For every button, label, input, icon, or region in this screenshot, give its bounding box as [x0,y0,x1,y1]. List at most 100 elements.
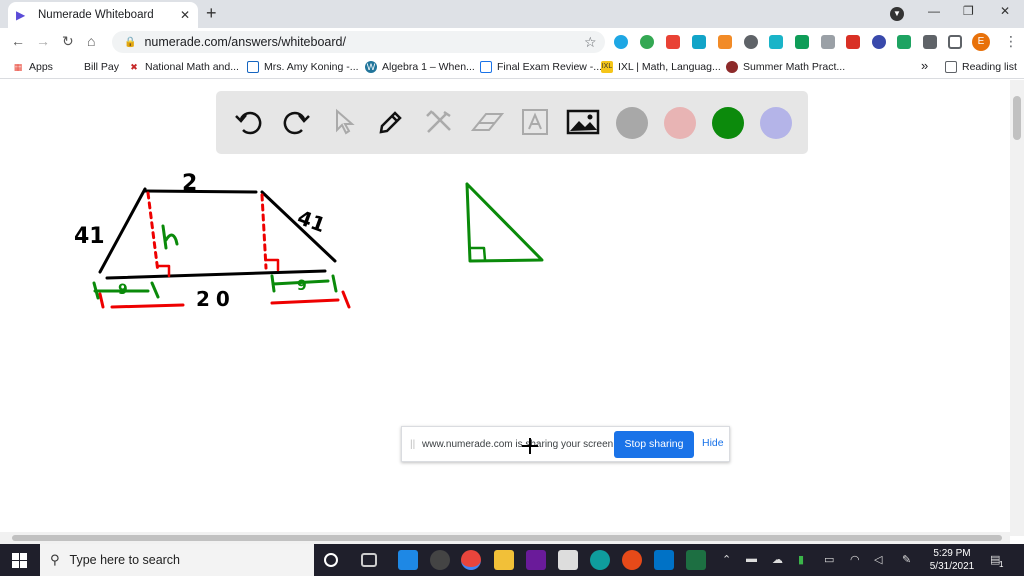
extension-7-icon[interactable] [769,35,783,49]
forward-icon[interactable]: → [36,33,50,49]
text-button[interactable] [518,105,552,139]
app-orange-icon[interactable] [622,550,642,570]
store-icon[interactable] [558,550,578,570]
profile-avatar[interactable]: E [972,33,990,51]
color-swatch-green[interactable] [712,107,744,139]
task-view-icon[interactable] [361,553,377,567]
extension-9-icon[interactable] [821,35,835,49]
excel-icon[interactable] [686,550,706,570]
camera-app-icon[interactable] [430,550,450,570]
profile-dropdown-icon[interactable]: ▼ [890,7,904,21]
color-swatch-gray[interactable] [616,107,648,139]
tab-close-icon[interactable]: ✕ [180,8,190,22]
image-button[interactable] [566,105,600,139]
color-swatch-pink[interactable] [664,107,696,139]
bookmark-amy-koning[interactable]: Mrs. Amy Koning -... [247,61,359,73]
extension-2-icon[interactable] [640,35,654,49]
pen-tray-icon[interactable]: ✎ [902,553,911,566]
restore-icon[interactable]: ❐ [963,4,974,18]
tray-overflow-icon[interactable]: ⌃ [722,553,731,566]
whiteboard-toolbar [216,91,808,154]
taskbar-search-box[interactable]: ⚲ Type here to search [40,544,314,576]
extension-12-icon[interactable] [897,35,911,49]
bookmark-final-exam[interactable]: Final Exam Review -... [480,61,602,73]
stop-sharing-button[interactable]: Stop sharing [614,431,694,458]
label-right-length: 41 [294,205,328,237]
windows-start-icon[interactable] [12,553,27,568]
horizontal-scrollbar[interactable] [0,532,1010,544]
horizontal-scroll-thumb[interactable] [12,535,1002,541]
bookmark-bill-pay[interactable]: Bill Pay [84,61,119,73]
right-angle-mark-right [264,258,280,272]
tools-button[interactable] [422,105,456,139]
bookmarks-overflow-icon[interactable]: » [921,58,928,73]
vertical-scroll-thumb[interactable] [1013,96,1021,140]
bookmark-summer-math[interactable]: Summer Math Pract... [726,61,845,73]
back-icon[interactable]: ← [11,33,25,49]
bookmark-algebra-1[interactable]: W Algebra 1 – When... [365,61,475,73]
eraser-button[interactable] [470,105,504,139]
tab-numerade-whiteboard[interactable]: ▶ Numerade Whiteboard ✕ [8,2,198,28]
color-swatch-lavender[interactable] [760,107,792,139]
address-bar[interactable]: 🔒 numerade.com/answers/whiteboard/ [112,31,605,53]
battery-icon[interactable]: ▭ [824,553,834,566]
site-icon [247,61,259,73]
puzzle-extensions-icon[interactable] [923,35,937,49]
cast-icon[interactable] [948,35,962,49]
chrome-taskbar-icon[interactable] [461,550,481,570]
home-icon[interactable]: ⌂ [87,33,95,49]
trapezoid-left-side [98,187,147,274]
edge-icon[interactable] [590,550,610,570]
bookmark-label: Summer Math Pract... [743,61,846,73]
window-close-icon[interactable]: ✕ [1000,4,1010,18]
taskbar-clock[interactable]: 5:29 PM 5/31/2021 [928,547,976,573]
label-left-length: 41 [74,224,105,249]
right-angle-mark-left [156,264,171,278]
cortana-icon[interactable] [324,553,338,567]
volume-icon[interactable]: ◁ [874,553,882,566]
circle-logo-icon [726,61,738,73]
base-underline-left [110,303,185,309]
browser-menu-icon[interactable]: ⋮ [1004,33,1018,50]
undo-button[interactable] [232,105,266,139]
extension-8-icon[interactable] [795,35,809,49]
extension-6-icon[interactable] [744,35,758,49]
paint-app-icon[interactable] [526,550,546,570]
reload-icon[interactable]: ↻ [62,33,74,50]
tray-app-1-icon[interactable]: ▬ [746,553,757,565]
extension-3-icon[interactable] [666,35,680,49]
tab-strip: ▶ Numerade Whiteboard ✕ + ▼ — ❐ ✕ [0,0,1024,28]
extension-1-icon[interactable] [614,35,628,49]
pdf-extension-icon[interactable] [846,35,860,49]
bookmark-apps[interactable]: ▦ Apps [12,61,53,73]
screen-share-bar: || www.numerade.com is sharing your scre… [401,426,730,462]
undo-icon [235,111,262,135]
pen-button[interactable] [374,105,408,139]
bookmark-national-math[interactable]: ✖ National Math and... [128,61,239,73]
drag-handle-icon[interactable]: || [410,439,416,450]
minimize-icon[interactable]: — [928,4,940,18]
pointer-icon [336,108,355,135]
search-icon: ⚲ [50,552,60,567]
vertical-scrollbar[interactable] [1010,80,1024,536]
eraser-icon [470,113,504,131]
tray-app-green-icon[interactable]: ▮ [798,553,804,566]
image-icon [566,109,600,135]
extension-5-icon[interactable] [718,35,732,49]
onedrive-icon[interactable]: ☁ [772,553,783,566]
bookmark-ixl[interactable]: IXL IXL | Math, Languag... [601,61,721,73]
k-extension-icon[interactable] [872,35,886,49]
reading-list-button[interactable]: Reading list [945,61,1017,73]
redo-button[interactable] [279,105,313,139]
file-explorer-icon[interactable] [494,550,514,570]
new-tab-button[interactable]: + [206,4,217,22]
hide-button[interactable]: Hide [702,437,724,449]
select-pointer-button[interactable] [327,105,361,139]
mail-app-icon[interactable] [398,550,418,570]
bookmark-star-icon[interactable]: ☆ [584,34,597,51]
wifi-icon[interactable]: ◠ [850,553,860,566]
label-top-length: 2 [182,171,197,196]
bookmark-label: IXL | Math, Languag... [618,61,721,73]
extension-4-icon[interactable] [692,35,706,49]
outlook-icon[interactable] [654,550,674,570]
